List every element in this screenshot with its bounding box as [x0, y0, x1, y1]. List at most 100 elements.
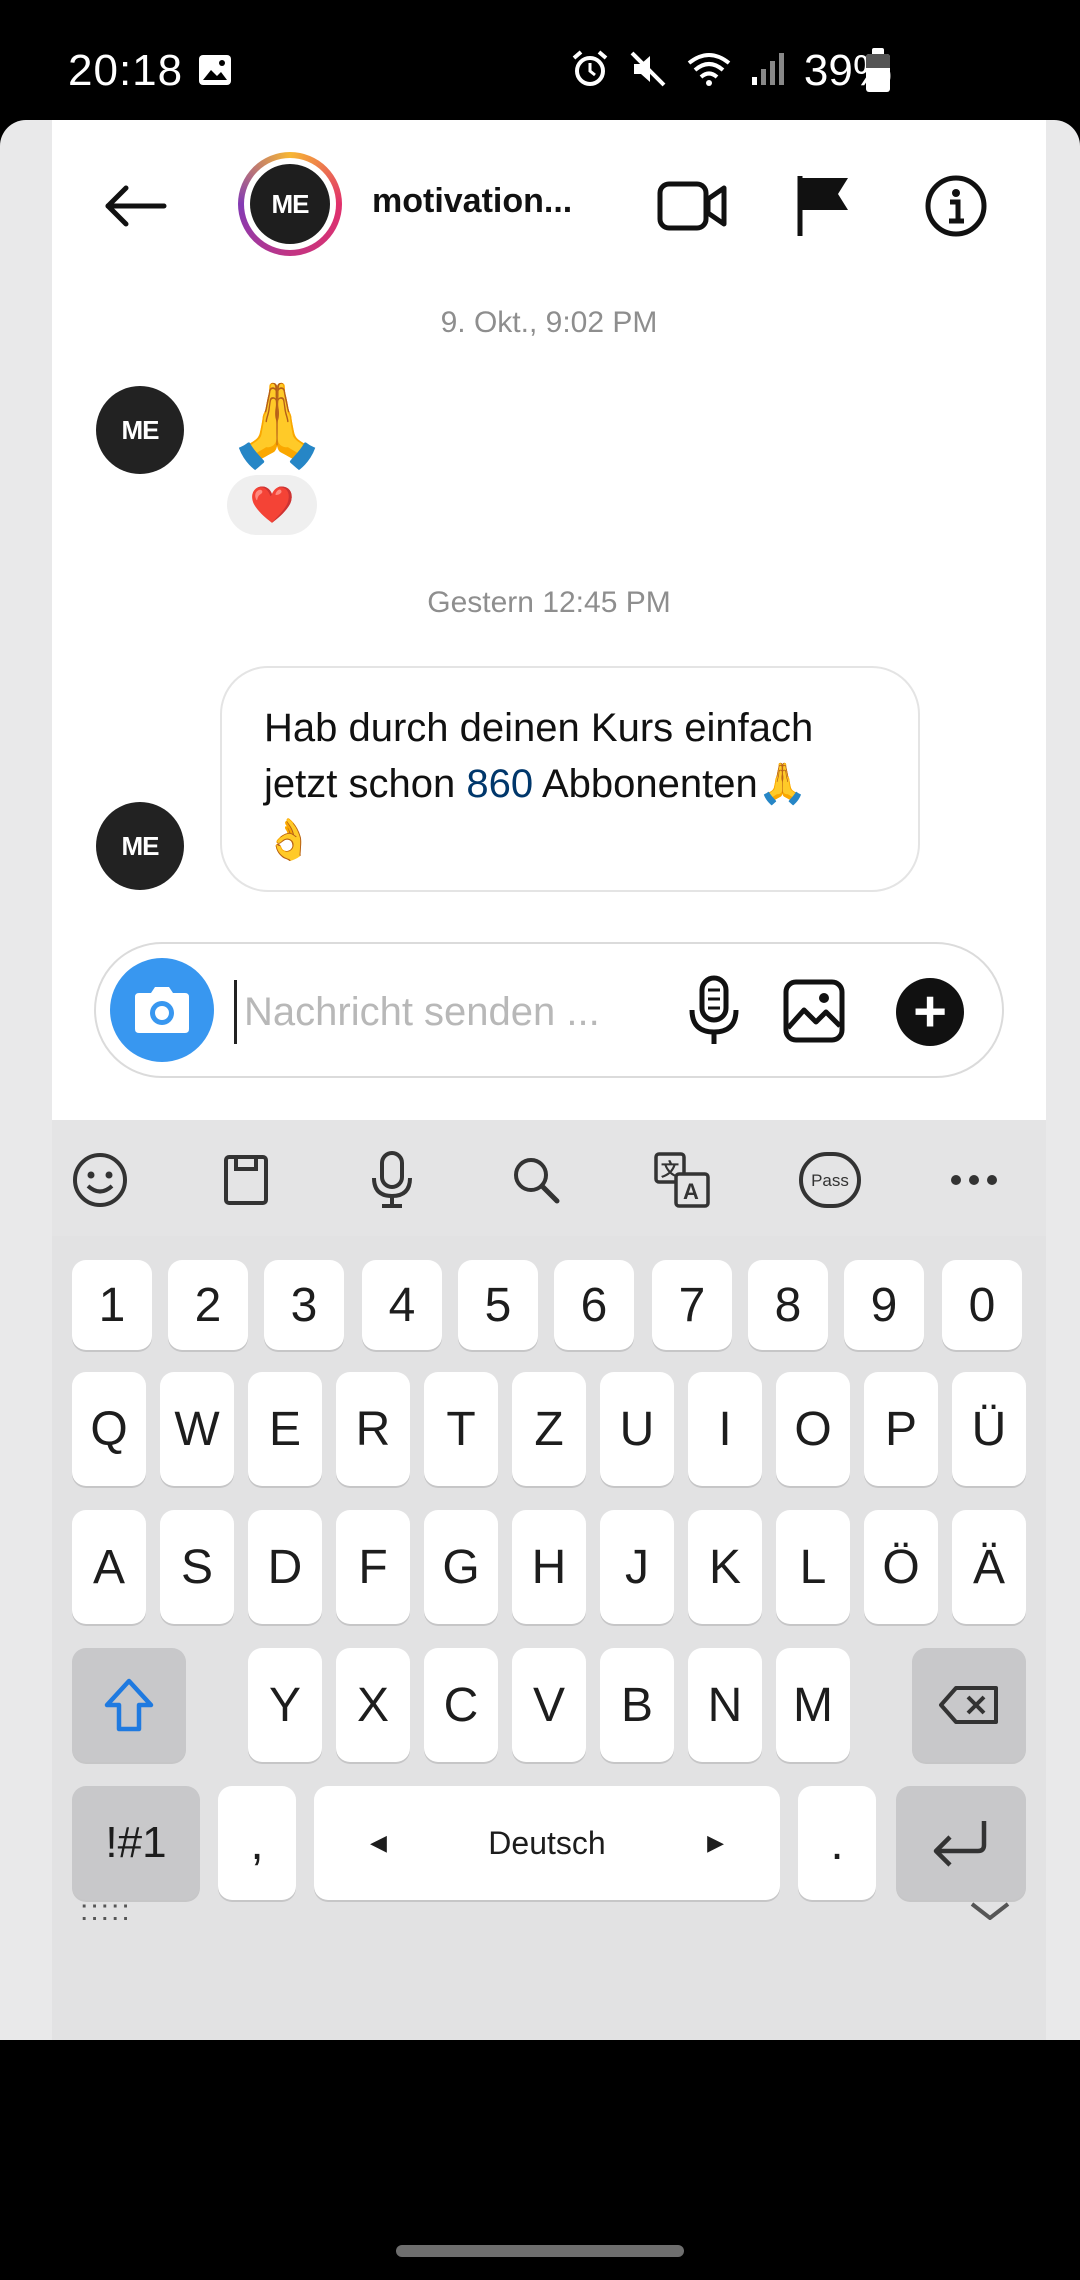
- symbols-key[interactable]: !#1: [72, 1786, 200, 1900]
- sender-avatar[interactable]: ME: [96, 386, 184, 474]
- camera-icon: [135, 987, 189, 1033]
- avatar-logo: ME: [250, 164, 330, 244]
- text-caret: [234, 980, 237, 1044]
- key-p[interactable]: P: [864, 1372, 938, 1486]
- key-h[interactable]: H: [512, 1510, 586, 1624]
- info-icon[interactable]: [924, 174, 988, 243]
- keyboard-toolbar: 文A Pass: [52, 1120, 1046, 1236]
- signal-icon: [750, 51, 786, 92]
- keyboard-handle-dots: :::::: [80, 1894, 132, 1927]
- search-icon[interactable]: [504, 1148, 568, 1212]
- message-emoji[interactable]: 🙏: [226, 385, 328, 467]
- key-3[interactable]: 3: [264, 1260, 344, 1350]
- message-line: Hab durch deinen Kurs einfach: [264, 706, 814, 750]
- key-m[interactable]: M: [776, 1648, 850, 1762]
- arrow-right-icon: ▶: [707, 1830, 724, 1855]
- space-key[interactable]: ◀ Deutsch ▶: [314, 1786, 780, 1900]
- app-window: ME motivation... 9. Okt., 9:02 PM ME 🙏 ❤…: [0, 120, 1080, 2040]
- key-ae[interactable]: Ä: [952, 1510, 1026, 1624]
- pass-icon[interactable]: Pass: [794, 1148, 866, 1212]
- key-6[interactable]: 6: [554, 1260, 634, 1350]
- back-arrow-icon[interactable]: [94, 176, 174, 236]
- translate-icon[interactable]: 文A: [650, 1148, 714, 1212]
- shift-icon: [104, 1678, 154, 1732]
- key-oe[interactable]: Ö: [864, 1510, 938, 1624]
- plus-icon[interactable]: +: [896, 978, 964, 1046]
- key-5[interactable]: 5: [458, 1260, 538, 1350]
- key-w[interactable]: W: [160, 1372, 234, 1486]
- key-7[interactable]: 7: [652, 1260, 732, 1350]
- key-b[interactable]: B: [600, 1648, 674, 1762]
- key-c[interactable]: C: [424, 1648, 498, 1762]
- key-q[interactable]: Q: [72, 1372, 146, 1486]
- alarm-icon: [570, 49, 610, 94]
- message-timestamp: 9. Okt., 9:02 PM: [440, 306, 658, 339]
- camera-button[interactable]: [110, 958, 214, 1062]
- more-icon[interactable]: [942, 1148, 1006, 1212]
- mic-icon[interactable]: [360, 1148, 424, 1212]
- status-bar: 20:18 39%: [0, 0, 1080, 120]
- message-input[interactable]: [244, 974, 664, 1050]
- key-u[interactable]: U: [600, 1372, 674, 1486]
- key-ue[interactable]: Ü: [952, 1372, 1026, 1486]
- message-text: Abbonenten🙏: [533, 762, 808, 806]
- chat-username[interactable]: motivation...: [372, 182, 572, 221]
- enter-key[interactable]: [896, 1786, 1026, 1900]
- gallery-icon[interactable]: [782, 978, 846, 1049]
- reaction-badge[interactable]: ❤️: [227, 475, 317, 535]
- message-timestamp: Gestern 12:45 PM: [427, 586, 671, 619]
- key-9[interactable]: 9: [844, 1260, 924, 1350]
- key-o[interactable]: O: [776, 1372, 850, 1486]
- key-k[interactable]: K: [688, 1510, 762, 1624]
- backspace-key[interactable]: [912, 1648, 1026, 1762]
- key-n[interactable]: N: [688, 1648, 762, 1762]
- message-line: 👌: [264, 818, 314, 862]
- flag-icon[interactable]: [794, 172, 854, 243]
- key-x[interactable]: X: [336, 1648, 410, 1762]
- key-4[interactable]: 4: [362, 1260, 442, 1350]
- key-j[interactable]: J: [600, 1510, 674, 1624]
- header-avatar[interactable]: ME: [238, 152, 342, 256]
- key-0[interactable]: 0: [942, 1260, 1022, 1350]
- keyboard: 1 2 3 4 5 6 7 8 9 0 Q W E R T Z U I O P …: [52, 1236, 1046, 2040]
- key-y[interactable]: Y: [248, 1648, 322, 1762]
- key-8[interactable]: 8: [748, 1260, 828, 1350]
- shift-key[interactable]: [72, 1648, 186, 1762]
- key-v[interactable]: V: [512, 1648, 586, 1762]
- key-g[interactable]: G: [424, 1510, 498, 1624]
- message-bubble[interactable]: Hab durch deinen Kurs einfach jetzt scho…: [220, 666, 920, 892]
- message-line: jetzt schon 860 Abbonenten🙏: [264, 756, 876, 812]
- status-time: 20:18: [68, 46, 184, 95]
- sender-avatar[interactable]: ME: [96, 802, 184, 890]
- message-text: jetzt schon: [264, 762, 467, 806]
- key-z[interactable]: Z: [512, 1372, 586, 1486]
- video-call-icon[interactable]: [656, 176, 728, 241]
- arrow-left-icon: ◀: [370, 1830, 387, 1855]
- key-a[interactable]: A: [72, 1510, 146, 1624]
- clipboard-icon[interactable]: [214, 1148, 278, 1212]
- pass-label: Pass: [811, 1171, 849, 1190]
- key-r[interactable]: R: [336, 1372, 410, 1486]
- key-2[interactable]: 2: [168, 1260, 248, 1350]
- key-s[interactable]: S: [160, 1510, 234, 1624]
- emoji-icon[interactable]: [68, 1148, 132, 1212]
- period-key[interactable]: .: [798, 1786, 876, 1900]
- microphone-icon[interactable]: [686, 974, 742, 1055]
- chevron-down-icon[interactable]: [968, 1902, 1012, 1925]
- key-1[interactable]: 1: [72, 1260, 152, 1350]
- key-f[interactable]: F: [336, 1510, 410, 1624]
- key-l[interactable]: L: [776, 1510, 850, 1624]
- mute-icon: [628, 49, 668, 94]
- key-t[interactable]: T: [424, 1372, 498, 1486]
- key-e[interactable]: E: [248, 1372, 322, 1486]
- backspace-icon: [939, 1686, 998, 1724]
- enter-icon: [933, 1821, 987, 1867]
- message-number-link[interactable]: 860: [466, 762, 533, 806]
- home-indicator[interactable]: [396, 2245, 684, 2257]
- battery-icon: [866, 48, 890, 92]
- key-d[interactable]: D: [248, 1510, 322, 1624]
- chat-area: ME motivation... 9. Okt., 9:02 PM ME 🙏 ❤…: [52, 120, 1046, 1120]
- wifi-icon: [686, 49, 732, 94]
- key-i[interactable]: I: [688, 1372, 762, 1486]
- comma-key[interactable]: ,: [218, 1786, 296, 1900]
